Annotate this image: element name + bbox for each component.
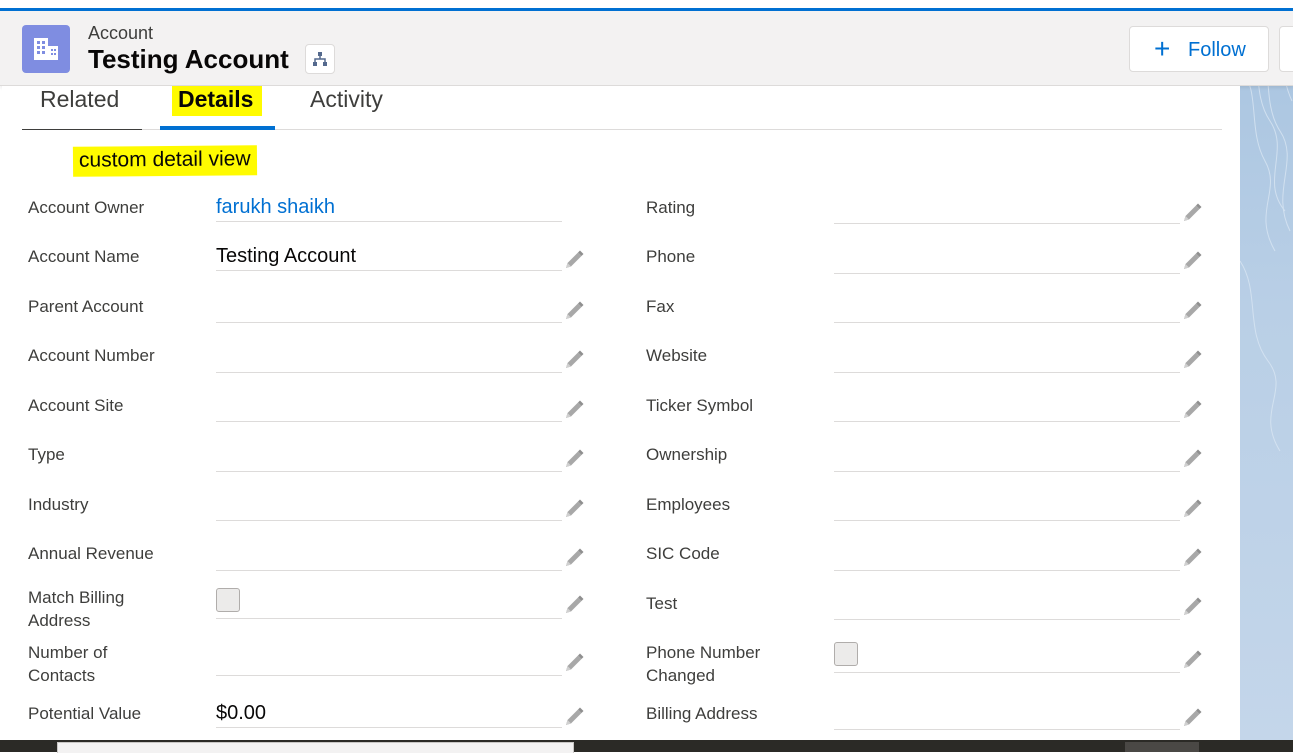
field-value-fax — [834, 292, 1180, 323]
field-value-annual-revenue — [216, 540, 562, 571]
field-label-test: Test — [646, 594, 678, 613]
follow-label: Follow — [1188, 39, 1246, 61]
background-decoration — [1240, 11, 1293, 752]
pencil-edit-icon[interactable] — [563, 594, 585, 616]
field-label-parent-account: Parent Account — [28, 297, 144, 316]
footer-block — [1125, 742, 1199, 752]
custom-detail-view-label: custom detail view — [72, 145, 257, 177]
field-label-industry: Industry — [28, 495, 89, 514]
field-label-fax: Fax — [646, 297, 675, 316]
field-label-account-owner: Account Owner — [28, 198, 145, 217]
pencil-edit-icon[interactable] — [1181, 498, 1203, 520]
active-tab-indicator — [160, 126, 275, 130]
hierarchy-icon — [313, 52, 327, 66]
pencil-edit-icon[interactable] — [563, 300, 585, 322]
follow-button[interactable]: + Follow — [1129, 26, 1269, 72]
field-label-potential-value: Potential Value — [28, 704, 142, 723]
tab-activity[interactable]: Activity — [310, 86, 420, 129]
record-detail-card: Related Details Activity custom detail v… — [2, 86, 1240, 740]
field-text: $0.00 — [216, 702, 267, 724]
field-label-website: Website — [646, 346, 708, 365]
field-label-ticker-symbol: Ticker Symbol — [646, 396, 754, 415]
pencil-edit-icon[interactable] — [1181, 649, 1203, 671]
pencil-edit-icon[interactable] — [1181, 707, 1203, 729]
tab-details[interactable]: Details — [160, 86, 275, 130]
field-value-ownership — [834, 441, 1180, 472]
tab-related[interactable]: Related — [22, 86, 142, 130]
field-label-annual-revenue: Annual Revenue — [28, 544, 154, 563]
pencil-edit-icon[interactable] — [1181, 300, 1203, 322]
field-value-potential-value: $0.00 — [216, 697, 562, 728]
pencil-edit-icon[interactable] — [563, 349, 585, 371]
tab-details-label: Details — [178, 86, 254, 112]
tab-activity-label: Activity — [310, 86, 383, 112]
field-value-account-name: Testing Account — [216, 240, 562, 271]
field-label-account-name: Account Name — [28, 247, 140, 266]
field-label-type: Type — [28, 445, 65, 464]
field-value-website — [834, 342, 1180, 373]
field-label-ownership: Ownership — [646, 445, 728, 464]
pencil-edit-icon[interactable] — [563, 399, 585, 421]
field-label-match-billing-address: Match Billing Address — [28, 588, 125, 630]
field-value-phone-number-changed — [834, 642, 1180, 673]
pencil-edit-icon[interactable] — [1181, 596, 1203, 618]
checkbox-match-billing-address[interactable] — [216, 588, 240, 612]
field-value-rating — [834, 193, 1180, 224]
field-value-match-billing-address — [216, 588, 562, 619]
pencil-edit-icon[interactable] — [1181, 547, 1203, 569]
field-value-test — [834, 589, 1180, 620]
field-label-billing-address: Billing Address — [646, 704, 758, 723]
object-type-label: Account — [88, 23, 154, 43]
pencil-edit-icon[interactable] — [563, 706, 585, 728]
field-label-account-number: Account Number — [28, 346, 155, 365]
field-label-phone-number-changed: Phone Number Changed — [646, 643, 761, 685]
field-value-type — [216, 441, 562, 472]
field-label-sic-code: SIC Code — [646, 544, 720, 563]
field-value-industry — [216, 490, 562, 521]
owner-link[interactable]: farukh shaikh — [216, 196, 335, 219]
pencil-edit-icon[interactable] — [563, 498, 585, 520]
field-value-billing-address — [834, 699, 1180, 730]
footer-panel — [57, 742, 574, 753]
record-header: Account Testing Account + Follow — [0, 11, 1293, 86]
field-value-account-number — [216, 342, 562, 373]
field-value-account-site — [216, 391, 562, 422]
browser-top-edge — [0, 0, 1293, 8]
field-value-sic-code — [834, 540, 1180, 571]
field-value-ticker-symbol — [834, 391, 1180, 422]
pencil-edit-icon[interactable] — [563, 652, 585, 674]
field-value-parent-account — [216, 292, 562, 323]
checkbox-phone-number-changed[interactable] — [834, 642, 858, 666]
pencil-edit-icon[interactable] — [1181, 448, 1203, 470]
pencil-edit-icon[interactable] — [563, 448, 585, 470]
tab-related-label: Related — [40, 86, 120, 112]
field-label-number-of-contacts: Number of Contacts — [28, 643, 108, 685]
field-value-account-owner: farukh shaikh — [216, 191, 562, 222]
record-title: Testing Account — [88, 44, 289, 74]
view-hierarchy-button[interactable] — [305, 44, 335, 74]
pencil-edit-icon[interactable] — [1181, 349, 1203, 371]
field-label-account-site: Account Site — [28, 396, 124, 415]
pencil-edit-icon[interactable] — [1181, 399, 1203, 421]
tab-bar: Related Details Activity — [22, 86, 1222, 130]
more-actions-button[interactable] — [1279, 26, 1293, 72]
pencil-edit-icon[interactable] — [1181, 202, 1203, 224]
footer-strip — [0, 740, 1293, 753]
plus-icon: + — [1154, 33, 1171, 64]
field-value-number-of-contacts — [216, 645, 562, 676]
field-text: Testing Account — [216, 245, 357, 267]
pencil-edit-icon[interactable] — [563, 249, 585, 271]
field-label-rating: Rating — [646, 198, 696, 217]
field-label-employees: Employees — [646, 495, 731, 514]
field-label-phone: Phone — [646, 247, 696, 266]
pencil-edit-icon[interactable] — [563, 547, 585, 569]
pencil-edit-icon[interactable] — [1181, 250, 1203, 272]
account-building-icon — [22, 25, 70, 73]
field-value-phone — [834, 243, 1180, 274]
field-value-employees — [834, 490, 1180, 521]
